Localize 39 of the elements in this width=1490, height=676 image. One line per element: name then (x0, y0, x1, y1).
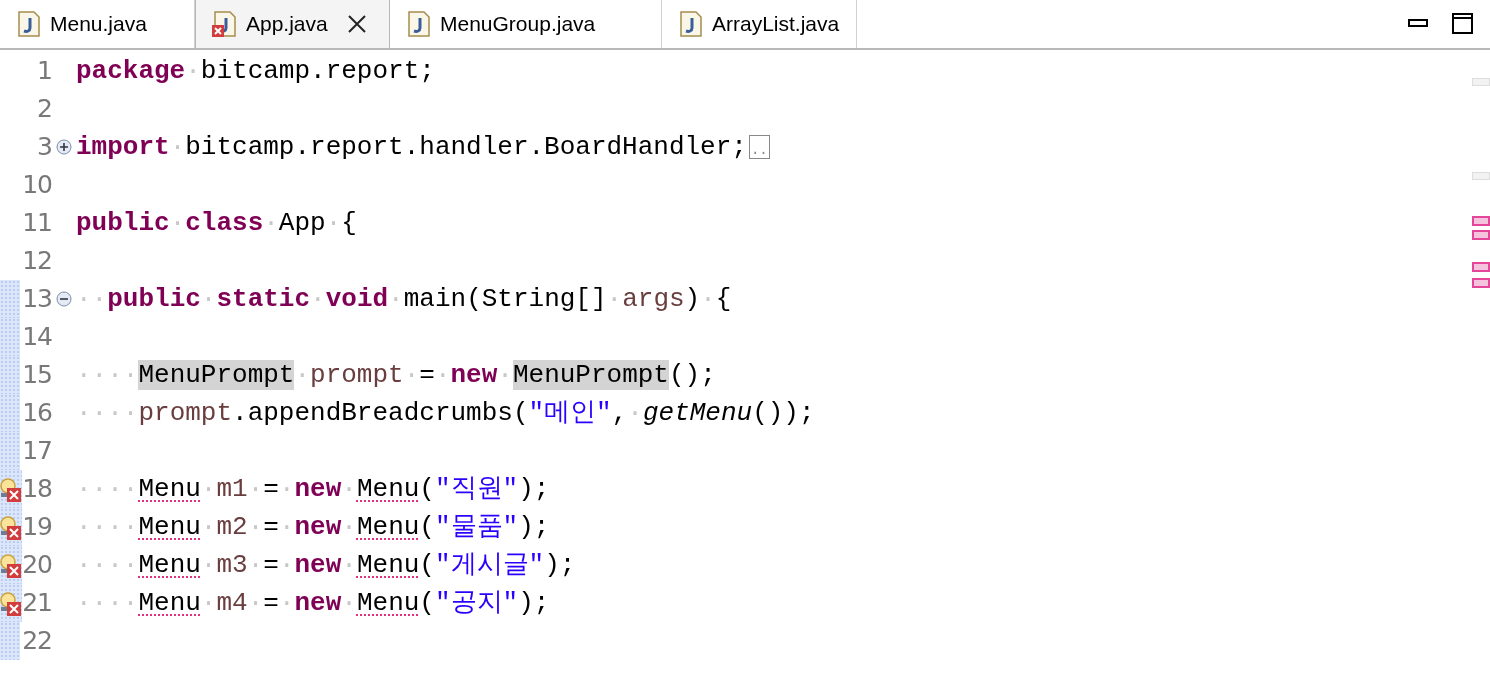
line-number: 19 (22, 512, 52, 542)
editor-tab[interactable]: App.java (195, 0, 390, 48)
line-number: 14 (22, 322, 52, 352)
code-line: ····Menu·m1·=·new·Menu("직원"); (76, 473, 550, 505)
line-number: 2 (36, 94, 52, 124)
code-line: ····MenuPrompt·prompt·=·new·MenuPrompt(); (76, 359, 716, 391)
line-number: 11 (22, 208, 52, 238)
code-line: ····Menu·m4·=·new·Menu("공지"); (76, 587, 550, 619)
code-line: public·class·App·{ (76, 207, 357, 239)
line-number: 13 (22, 284, 52, 314)
java-file-icon (16, 10, 42, 38)
code-line: ····prompt.appendBreadcrumbs("메인",·getMenu()); (76, 397, 815, 429)
line-number: 16 (22, 398, 52, 428)
line-number: 17 (22, 436, 52, 466)
java-file-error-icon (212, 10, 238, 38)
code-line: ····Menu·m3·=·new·Menu("게시글"); (76, 549, 576, 581)
close-icon[interactable] (346, 14, 367, 34)
maximize-icon[interactable] (1452, 13, 1474, 35)
line-number: 10 (22, 170, 52, 200)
line-number: 3 (36, 132, 52, 162)
code-line: package·bitcamp.report; (76, 55, 435, 87)
line-number: 20 (22, 550, 52, 580)
line-number: 22 (22, 626, 52, 656)
expand-icon[interactable] (56, 139, 72, 155)
editor-tab[interactable]: ArrayList.java (662, 0, 857, 48)
java-file-icon (406, 10, 432, 38)
line-number: 18 (22, 474, 52, 504)
code-line: ····Menu·m2·=·new·Menu("물품"); (76, 511, 550, 543)
code-line: ··public·static·void·main(String[]·args)·{ (76, 283, 732, 315)
line-number: 21 (22, 588, 52, 618)
editor-tab[interactable]: Menu.java (0, 0, 195, 48)
code-line: import·bitcamp.report.handler.BoardHandler;.. (76, 131, 770, 163)
collapse-icon[interactable] (56, 291, 72, 307)
java-file-icon (678, 10, 704, 38)
line-number: 1 (36, 56, 52, 86)
line-number: 15 (22, 360, 52, 390)
line-number: 12 (22, 246, 52, 276)
minimize-icon[interactable] (1408, 19, 1428, 29)
editor-tab[interactable]: MenuGroup.java (390, 0, 662, 48)
